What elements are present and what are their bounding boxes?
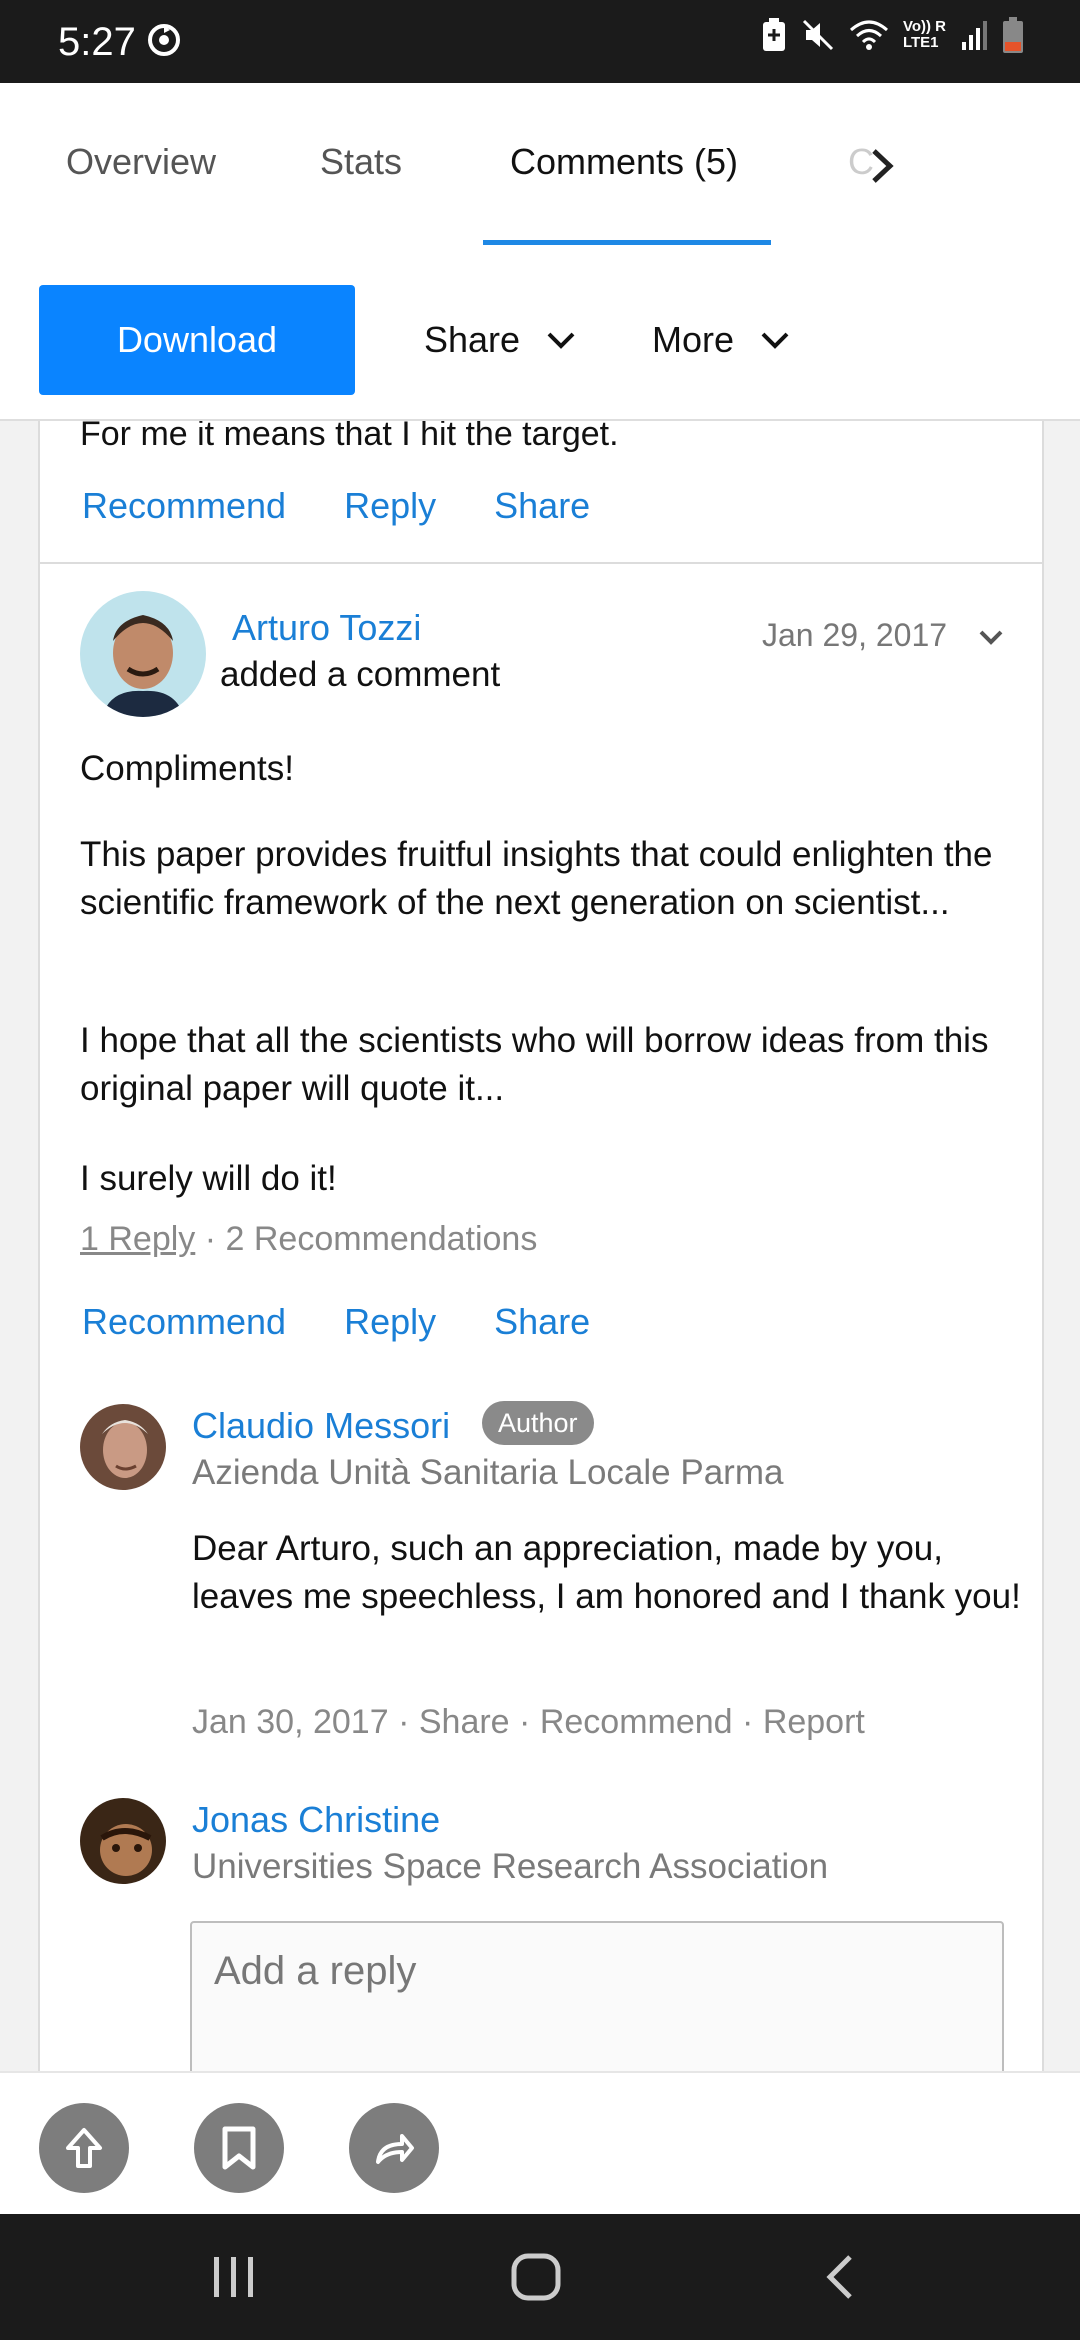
author-badge: Author [482,1401,594,1445]
chevron-down-icon [761,332,789,349]
comment-paragraph: I hope that all the scientists who will … [80,1021,989,1108]
chevron-down-icon [547,332,575,349]
replies-link[interactable]: 1 Reply [80,1220,195,1258]
home-icon[interactable] [510,2252,562,2302]
comment-paragraph: This paper provides fruitful insights th… [80,835,993,922]
active-tab-indicator [483,240,771,245]
current-user-org: Universities Space Research Association [192,1847,829,1886]
divider [40,562,1042,564]
reply-text: Dear Arturo, such an appreciation, made … [192,1529,1021,1616]
scroll-up-button[interactable] [39,2103,129,2193]
reply-recommend-link[interactable]: Recommend [540,1703,733,1741]
reply-author-org: Azienda Unità Sanitaria Locale Parma [192,1453,784,1492]
reply-input[interactable]: Add a reply [190,1921,1004,2071]
reply-meta: Jan 30, 2017 · Share · Recommend · Repor… [192,1703,865,1742]
sync-icon [148,24,180,56]
current-user-name[interactable]: Jonas Christine [192,1799,440,1841]
scroll-up-icon [66,2128,102,2168]
battery-icon [1003,17,1023,53]
wifi-icon [849,20,888,50]
share-dropdown[interactable]: Share [424,285,576,395]
mute-icon [802,19,834,51]
tab-comments[interactable]: Comments (5) [510,141,738,183]
comment-actions: Recommend Reply Share [82,1301,590,1343]
volte-label: Vo)) R [902,18,946,35]
lte-label: LTE1 [902,34,939,51]
comment-paragraph: Compliments! [80,749,294,788]
bookmark-button[interactable] [194,2103,284,2193]
toolbar: Download Share More [0,283,1080,395]
more-dropdown[interactable]: More [652,285,790,395]
status-time: 5:27 [58,20,136,64]
share-dropdown-label: Share [424,319,521,360]
recommend-link[interactable]: Recommend [82,485,286,527]
tab-stats[interactable]: Stats [320,141,402,183]
reply-share-link[interactable]: Share [419,1703,510,1741]
reply-link[interactable]: Reply [344,1301,436,1343]
signal-icon [962,21,987,50]
commenter-name[interactable]: Arturo Tozzi [232,607,421,649]
share-link[interactable]: Share [494,1301,590,1343]
previous-comment-actions: Recommend Reply Share [82,485,590,527]
separator-dot: · [204,1220,226,1258]
bookmark-icon [222,2126,256,2170]
recommend-link[interactable]: Recommend [82,1301,286,1343]
share-forward-button[interactable] [349,2103,439,2193]
separator-dot: · [519,1703,540,1741]
avatar [80,1798,166,1884]
app-header: Overview Stats Comments (5) C Download S… [0,83,1080,421]
share-forward-icon [376,2134,414,2164]
reply-link[interactable]: Reply [344,485,436,527]
volte-icon: Vo)) R LTE1 [903,19,946,51]
comment-date: Jan 29, 2017 [762,617,948,653]
separator-dot: · [742,1703,763,1741]
battery-saver-icon [762,18,785,51]
avatar-image [80,591,206,717]
back-icon[interactable] [820,2252,860,2302]
reply-report-link[interactable]: Report [763,1703,865,1741]
recents-icon[interactable] [210,2252,258,2302]
reply-date: Jan 30, 2017 [192,1703,389,1741]
system-nav-bar [0,2214,1080,2340]
more-dropdown-label: More [652,319,735,360]
avatar-image [80,1404,166,1490]
download-button[interactable]: Download [39,285,355,395]
bottom-action-bar [0,2071,1080,2214]
comments-card: For me it means that I hit the target. R… [38,421,1044,2071]
comment-paragraph: I surely will do it! [80,1159,337,1198]
reply-author-name[interactable]: Claudio Messori [192,1405,450,1447]
tab-overview[interactable]: Overview [66,141,216,183]
tab-bar: Overview Stats Comments (5) C [0,83,1080,248]
status-icons: Vo)) R LTE1 [761,16,1024,54]
separator-dot: · [398,1703,419,1741]
avatar-image [80,1798,166,1884]
comment-meta: 1 Reply · 2 Recommendations [80,1220,537,1259]
chevron-right-icon[interactable] [862,141,902,191]
chevron-down-icon[interactable] [976,627,1006,647]
recommendations-count: 2 Recommendations [225,1220,538,1258]
status-bar: 5:27 Vo)) R LTE1 [0,0,1080,83]
previous-comment-text: For me it means that I hit the target. [80,421,619,453]
avatar[interactable] [80,1404,166,1490]
comment-action-text: added a comment [220,655,501,694]
share-link[interactable]: Share [494,485,590,527]
avatar[interactable] [80,591,206,717]
